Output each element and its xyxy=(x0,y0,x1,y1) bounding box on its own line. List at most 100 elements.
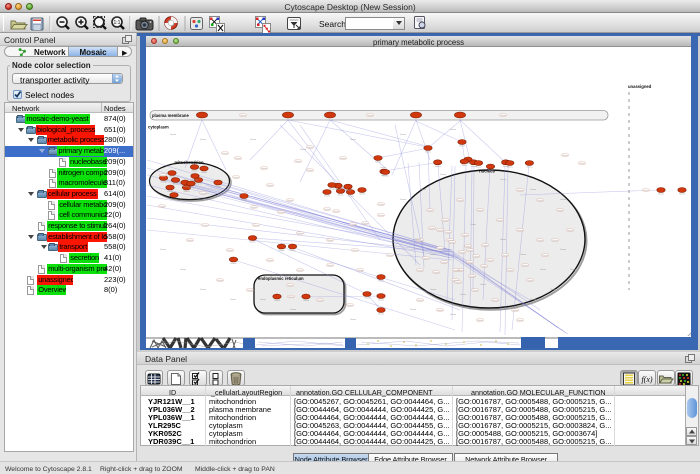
svg-text:Gxxxx: Gxxxx xyxy=(324,196,331,198)
svg-text:Gxxxx: Gxxxx xyxy=(192,180,199,182)
svg-text:Gxxxx: Gxxxx xyxy=(378,204,385,206)
svg-text:Gxxxx: Gxxxx xyxy=(469,276,476,278)
svg-text:Gxxxx: Gxxxx xyxy=(383,176,390,178)
svg-text:Gxxxx: Gxxxx xyxy=(352,250,359,252)
svg-text:Gxxxx: Gxxxx xyxy=(437,230,444,232)
svg-text:Gxxxx: Gxxxx xyxy=(488,170,495,172)
svg-text:Gxxxx: Gxxxx xyxy=(440,174,447,176)
svg-text:Gxxxx: Gxxxx xyxy=(415,239,422,241)
svg-text:Gxxxx: Gxxxx xyxy=(465,246,472,248)
svg-text:Gxxxx: Gxxxx xyxy=(679,194,686,196)
svg-text:Gxxxx: Gxxxx xyxy=(215,186,222,188)
svg-text:Gxxxx: Gxxxx xyxy=(540,269,547,271)
svg-text:Gxxxx: Gxxxx xyxy=(230,299,237,301)
svg-text:Gxxxx: Gxxxx xyxy=(295,161,302,163)
svg-text:Gxxxx: Gxxxx xyxy=(362,223,369,225)
svg-text:Gxxxx: Gxxxx xyxy=(253,225,260,227)
svg-text:Gxxxx: Gxxxx xyxy=(170,134,177,136)
svg-text:Gxxxx: Gxxxx xyxy=(550,289,557,291)
svg-text:Gxxxx: Gxxxx xyxy=(517,320,524,322)
svg-text:Gxxxx: Gxxxx xyxy=(380,167,387,169)
svg-text:Gxxxx: Gxxxx xyxy=(502,255,509,257)
svg-text:Gxxxx: Gxxxx xyxy=(287,285,294,287)
svg-text:Gxxxx: Gxxxx xyxy=(500,179,507,181)
svg-text:Gxxxx: Gxxxx xyxy=(500,239,507,241)
svg-text:Gxxxx: Gxxxx xyxy=(579,163,586,165)
svg-text:Gxxxx: Gxxxx xyxy=(378,215,385,217)
svg-text:Gxxxx: Gxxxx xyxy=(449,242,456,244)
svg-text:Gxxxx: Gxxxx xyxy=(247,290,254,292)
svg-text:Gxxxx: Gxxxx xyxy=(317,300,324,302)
svg-text:mitochondrion: mitochondrion xyxy=(174,160,204,165)
svg-text:Gxxxx: Gxxxx xyxy=(161,182,168,184)
svg-text:1:1: 1:1 xyxy=(114,20,121,26)
svg-text:Gxxxx: Gxxxx xyxy=(240,115,247,117)
svg-text:Gxxxx: Gxxxx xyxy=(481,266,488,268)
svg-text:Gxxxx: Gxxxx xyxy=(160,175,167,177)
svg-text:Gxxxx: Gxxxx xyxy=(188,187,195,189)
svg-text:Gxxxx: Gxxxx xyxy=(347,305,354,307)
svg-text:Gxxxx: Gxxxx xyxy=(250,139,257,141)
svg-text:Gxxxx: Gxxxx xyxy=(427,210,434,212)
svg-text:Gxxxx: Gxxxx xyxy=(241,200,248,202)
svg-text:Gxxxx: Gxxxx xyxy=(267,260,274,262)
svg-text:Gxxxx: Gxxxx xyxy=(560,249,567,251)
svg-text:Gxxxx: Gxxxx xyxy=(470,224,477,226)
svg-text:Gxxxx: Gxxxx xyxy=(348,196,355,198)
svg-text:Gxxxx: Gxxxx xyxy=(450,129,457,131)
svg-text:Gxxxx: Gxxxx xyxy=(560,199,567,201)
svg-text:Gxxxx: Gxxxx xyxy=(250,242,257,244)
svg-text:Gxxxx: Gxxxx xyxy=(345,190,352,192)
svg-text:Gxxxx: Gxxxx xyxy=(171,199,178,201)
svg-text:Gxxxx: Gxxxx xyxy=(570,269,577,271)
svg-text:plasma membrane: plasma membrane xyxy=(152,113,189,118)
svg-text:Gxxxx: Gxxxx xyxy=(227,250,234,252)
svg-text:Gxxxx: Gxxxx xyxy=(530,189,537,191)
svg-text:Gxxxx: Gxxxx xyxy=(462,235,469,237)
svg-text:Gxxxx: Gxxxx xyxy=(437,310,444,312)
svg-text:Gxxxx: Gxxxx xyxy=(327,265,334,267)
svg-text:Gxxxx: Gxxxx xyxy=(378,314,385,316)
svg-text:Gxxxx: Gxxxx xyxy=(457,200,464,202)
svg-text:Gxxxx: Gxxxx xyxy=(517,230,524,232)
svg-text:Gxxxx: Gxxxx xyxy=(260,299,267,301)
svg-text:Gxxxx: Gxxxx xyxy=(327,240,334,242)
svg-text:Gxxxx: Gxxxx xyxy=(437,248,444,250)
svg-text:Gxxxx: Gxxxx xyxy=(507,270,514,272)
svg-text:Gxxxx: Gxxxx xyxy=(552,240,559,242)
svg-text:Gxxxx: Gxxxx xyxy=(537,240,544,242)
svg-text:Gxxxx: Gxxxx xyxy=(477,210,484,212)
svg-text:Gxxxx: Gxxxx xyxy=(367,115,374,117)
svg-text:Gxxxx: Gxxxx xyxy=(477,320,484,322)
svg-text:Gxxxx: Gxxxx xyxy=(433,272,440,274)
svg-text:Gxxxx: Gxxxx xyxy=(473,256,480,258)
svg-text:Gxxxx: Gxxxx xyxy=(350,139,357,141)
svg-text:Gxxxx: Gxxxx xyxy=(359,194,366,196)
svg-text:Gxxxx: Gxxxx xyxy=(173,184,180,186)
svg-text:Gxxxx: Gxxxx xyxy=(567,230,574,232)
svg-text:Gxxxx: Gxxxx xyxy=(467,250,474,252)
svg-text:Gxxxx: Gxxxx xyxy=(522,265,529,267)
svg-text:Gxxxx: Gxxxx xyxy=(417,270,424,272)
svg-text:f(x): f(x) xyxy=(641,375,652,384)
svg-text:Gxxxx: Gxxxx xyxy=(429,228,436,230)
svg-text:Gxxxx: Gxxxx xyxy=(500,309,507,311)
svg-text:Gxxxx: Gxxxx xyxy=(400,134,407,136)
svg-text:Gxxxx: Gxxxx xyxy=(482,245,489,247)
svg-text:Gxxxx: Gxxxx xyxy=(233,177,240,179)
svg-text:Gxxxx: Gxxxx xyxy=(527,280,534,282)
svg-text:cytoplasm: cytoplasm xyxy=(148,125,169,130)
svg-text:Gxxxx: Gxxxx xyxy=(187,240,194,242)
svg-text:Gxxxx: Gxxxx xyxy=(450,314,457,316)
svg-text:Gxxxx: Gxxxx xyxy=(530,299,537,301)
svg-text:Gxxxx: Gxxxx xyxy=(512,310,519,312)
svg-text:Gxxxx: Gxxxx xyxy=(202,225,209,227)
svg-text:Gxxxx: Gxxxx xyxy=(423,258,430,260)
svg-text:Gxxxx: Gxxxx xyxy=(417,300,424,302)
svg-text:Gxxxx: Gxxxx xyxy=(658,194,665,196)
svg-text:Gxxxx: Gxxxx xyxy=(378,281,385,283)
svg-text:Gxxxx: Gxxxx xyxy=(333,211,340,213)
svg-text:Gxxxx: Gxxxx xyxy=(480,284,487,286)
svg-text:Gxxxx: Gxxxx xyxy=(300,149,307,151)
svg-text:Gxxxx: Gxxxx xyxy=(476,167,483,169)
